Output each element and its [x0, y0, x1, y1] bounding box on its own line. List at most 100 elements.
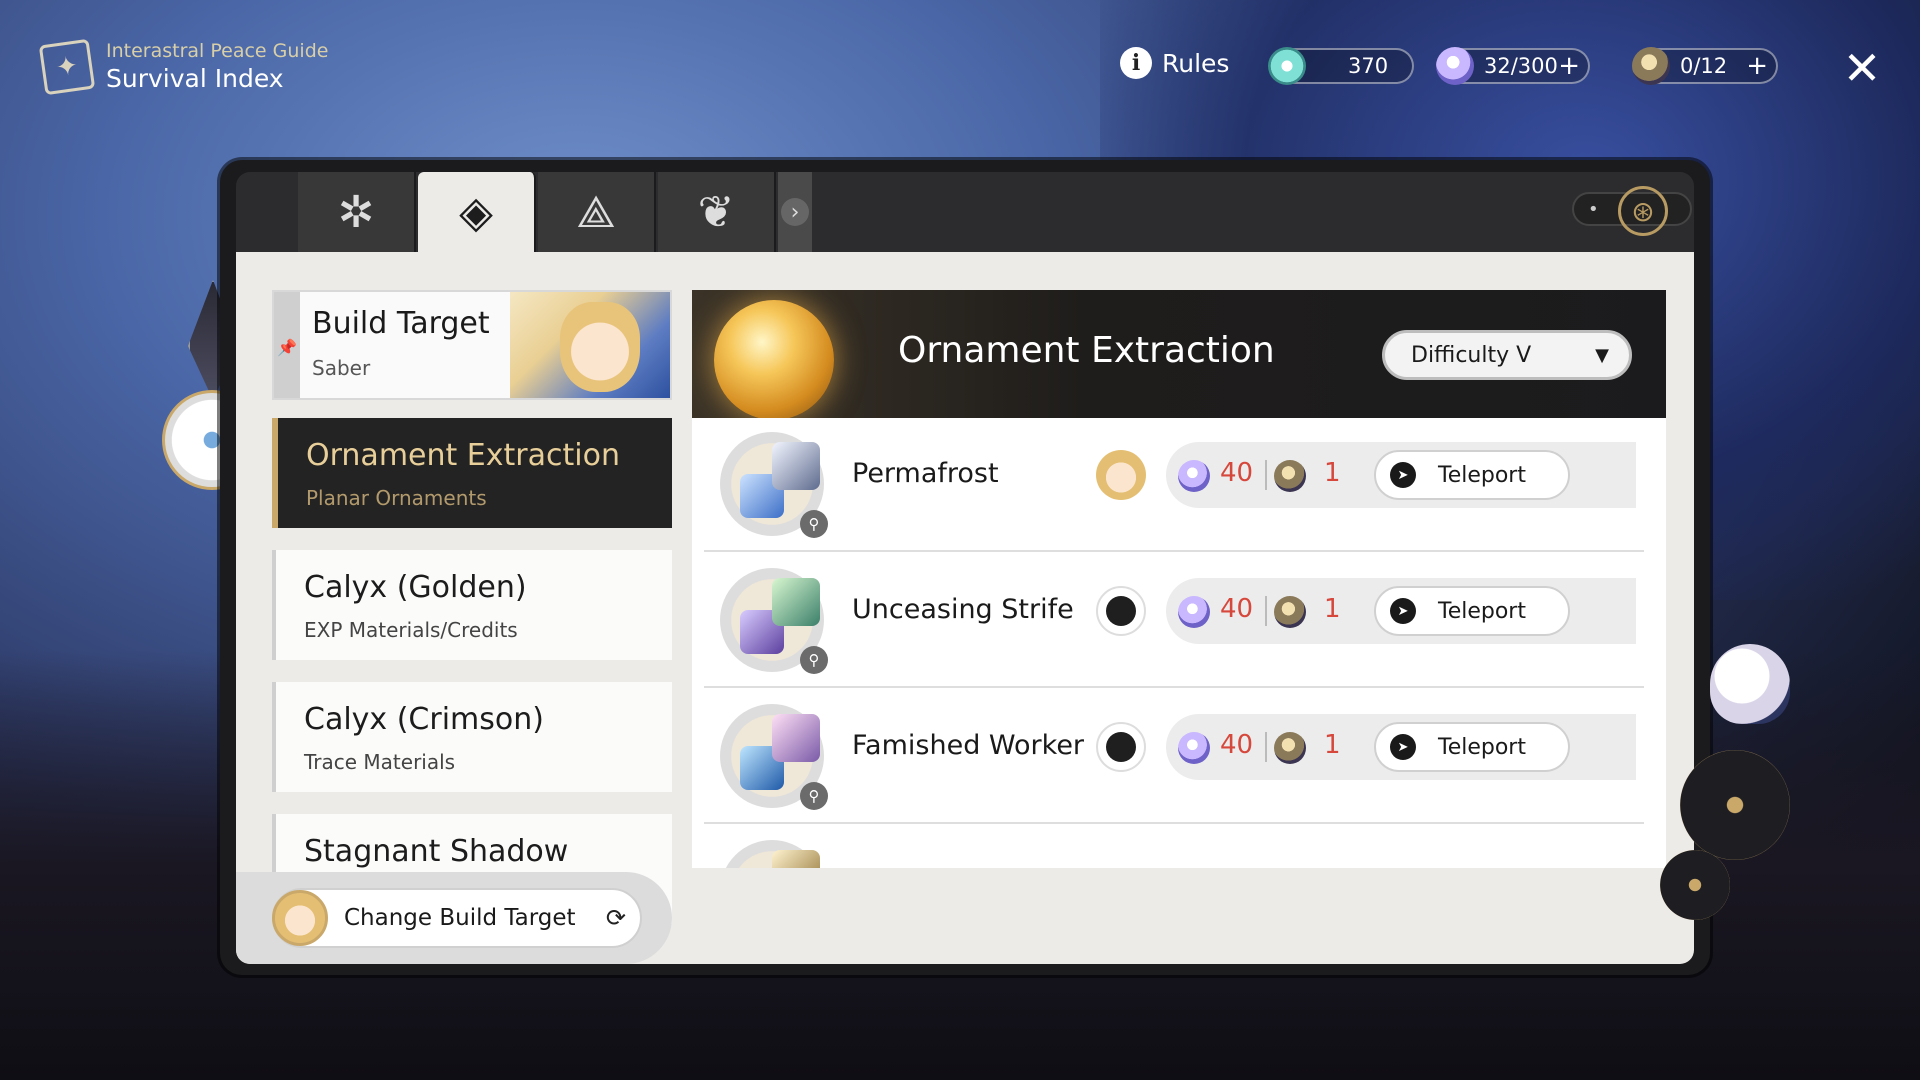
rules-label: Rules: [1162, 48, 1230, 78]
survival-index-panel: ✲ ◈ ⟁ ❦ › • ⊛ 📌 Build Target Saber Ornam…: [220, 160, 1710, 975]
magnify-icon: ⚲: [800, 510, 828, 538]
guide-title: Survival Index: [106, 64, 284, 93]
menu-item-calyx-crimson[interactable]: Calyx (Crimson) Trace Materials: [272, 682, 672, 792]
change-build-label: Change Build Target: [344, 905, 576, 931]
tab-compass[interactable]: ✲: [298, 172, 416, 252]
menu-item-subtitle: Trace Materials: [304, 750, 456, 774]
navigate-icon: ➤: [1390, 734, 1416, 760]
teleport-button[interactable]: ➤ Teleport: [1374, 450, 1570, 500]
teleport-button[interactable]: ➤ Teleport: [1374, 722, 1570, 772]
menu-item-title: Calyx (Golden): [304, 570, 527, 605]
fuel-cost: 1: [1324, 594, 1341, 624]
emblem-badge[interactable]: • ⊛: [1572, 186, 1692, 236]
domain-name: Permafrost: [852, 458, 999, 489]
stellar-jade-counter: 370: [1268, 47, 1414, 85]
cost-panel: 40 1 ➤ Teleport: [1166, 578, 1636, 644]
dot-icon: •: [1588, 198, 1599, 220]
magnify-icon: ⚲: [800, 782, 828, 810]
teleport-label: Teleport: [1438, 734, 1526, 760]
fuel-cost: 1: [1324, 458, 1341, 488]
black-flower-icon: [1680, 750, 1790, 860]
relic-set-icon[interactable]: [720, 840, 824, 868]
trailblaze-power-counter: 32/300 +: [1436, 47, 1590, 85]
guide-book-icon: ✦: [38, 38, 96, 95]
list-item: ⚲ Permafrost 40 1 ➤ Teleport: [704, 418, 1644, 552]
menu-item-ornament-extraction[interactable]: Ornament Extraction Planar Ornaments: [272, 418, 672, 528]
teleport-label: Teleport: [1438, 462, 1526, 488]
character-portrait: [510, 292, 670, 398]
trailblaze-power-icon: [1178, 732, 1210, 764]
golden-orb-icon: [714, 300, 834, 418]
tab-treasure[interactable]: ⟁: [538, 172, 656, 252]
guide-subtitle: Interastral Peace Guide: [106, 40, 329, 62]
menu-item-calyx-golden[interactable]: Calyx (Golden) EXP Materials/Credits: [272, 550, 672, 660]
treasure-icon: ⟁: [576, 186, 616, 238]
reserved-fuel-counter: 0/12 +: [1632, 47, 1778, 85]
domain-list: ⚲ Permafrost 40 1 ➤ Teleport ⚲ Unceasing…: [692, 418, 1666, 868]
dark-emblem-icon: [1096, 586, 1146, 636]
navigate-icon: ➤: [1390, 462, 1416, 488]
tab-lotus[interactable]: ❦: [658, 172, 776, 252]
power-cost: 40: [1220, 730, 1254, 760]
reserved-trailblaze-power-icon: [1632, 47, 1670, 85]
guide-header: ✦ Interastral Peace Guide Survival Index: [38, 38, 329, 95]
stellar-jade-value: 370: [1348, 54, 1389, 78]
teleport-button[interactable]: ➤ Teleport: [1374, 586, 1570, 636]
relic-set-icon[interactable]: ⚲: [720, 704, 828, 810]
navigate-icon: ➤: [1390, 598, 1416, 624]
difficulty-value: Difficulty V: [1411, 342, 1532, 368]
reserved-trailblaze-power-icon: [1274, 596, 1306, 628]
trailblaze-power-icon: [1178, 596, 1210, 628]
trailblaze-power-value: 32/300: [1484, 54, 1558, 78]
add-trailblaze-power-button[interactable]: +: [1558, 53, 1580, 79]
info-icon: i: [1120, 47, 1152, 79]
aeon-emblem-icon: ⊛: [1618, 186, 1668, 236]
chevron-right-icon: ›: [781, 198, 809, 226]
trailblaze-power-icon: [1436, 47, 1474, 85]
lotus-icon: ❦: [697, 186, 735, 238]
relic-set-icon[interactable]: ⚲: [720, 568, 828, 674]
rules-button[interactable]: i Rules: [1120, 47, 1229, 79]
change-build-bar: Change Build Target ⟳: [236, 872, 672, 964]
stellar-jade-icon: [1268, 47, 1306, 85]
build-target-character: Saber: [312, 356, 371, 380]
panel-content: 📌 Build Target Saber Ornament Extraction…: [236, 252, 1694, 964]
change-build-target-button[interactable]: Change Build Target ⟳: [272, 888, 642, 948]
teleport-label: Teleport: [1438, 598, 1526, 624]
list-item: ⚲ Famished Worker 40 1 ➤ Teleport: [704, 690, 1644, 824]
decorative-ornament: [1660, 644, 1800, 930]
reserved-fuel-value: 0/12: [1680, 54, 1728, 78]
saber-avatar: [1096, 450, 1146, 500]
menu-item-subtitle: EXP Materials/Credits: [304, 618, 518, 642]
trailblaze-power-icon: [1178, 460, 1210, 492]
relic-set-icon[interactable]: ⚲: [720, 432, 828, 538]
menu-item-subtitle: Planar Ornaments: [306, 486, 487, 510]
close-icon[interactable]: ✕: [1840, 45, 1884, 91]
magnify-icon: ⚲: [800, 646, 828, 674]
reserved-trailblaze-power-icon: [1274, 732, 1306, 764]
black-flower-icon: [1660, 850, 1730, 920]
compass-star-icon: ✲: [337, 186, 375, 238]
domain-name: Unceasing Strife: [852, 594, 1074, 625]
survival-index-icon: ◈: [459, 186, 493, 238]
cost-panel: 40 1 ➤ Teleport: [1166, 714, 1636, 780]
content-header: Ornament Extraction Difficulty V ▼: [692, 290, 1666, 418]
add-reserved-fuel-button[interactable]: +: [1746, 53, 1768, 79]
caret-down-icon: ▼: [1595, 344, 1609, 366]
menu-item-title: Ornament Extraction: [306, 438, 620, 473]
domain-name: Famished Worker: [852, 730, 1085, 761]
tab-scroll-right-button[interactable]: ›: [778, 172, 812, 252]
menu-item-title: Stagnant Shadow: [304, 834, 569, 869]
power-cost: 40: [1220, 594, 1254, 624]
menu-item-title: Calyx (Crimson): [304, 702, 544, 737]
saber-avatar: [272, 890, 328, 946]
pin-icon: 📌: [274, 292, 300, 398]
difficulty-dropdown[interactable]: Difficulty V ▼: [1382, 330, 1632, 380]
build-target-card[interactable]: 📌 Build Target Saber: [272, 290, 672, 400]
tab-survival-index[interactable]: ◈: [418, 172, 536, 252]
build-target-title: Build Target: [312, 306, 490, 341]
pom-pom-mascot-icon: [1710, 644, 1790, 724]
refresh-icon: ⟳: [605, 904, 626, 932]
power-cost: 40: [1220, 458, 1254, 488]
content-title: Ornament Extraction: [898, 330, 1275, 371]
